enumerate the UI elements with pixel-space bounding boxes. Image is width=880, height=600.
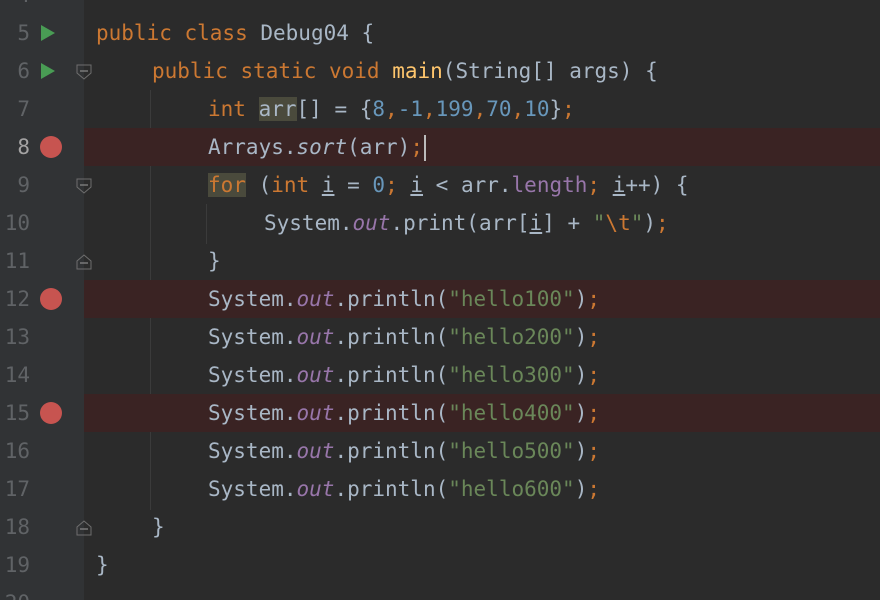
code-line-10[interactable]: 10 System.out.print(arr[i] + "\t"); [0, 204, 880, 242]
code-text[interactable]: public class Debug04 { [96, 14, 374, 52]
code-text[interactable]: System.out.println("hello500"); [208, 432, 600, 470]
breakpoint-icon[interactable] [40, 136, 62, 158]
text-caret [423, 135, 426, 161]
fold-icon[interactable] [76, 520, 92, 536]
line-number[interactable]: 18 [0, 508, 30, 546]
code-line-9[interactable]: 9 for (int i = 0; i < arr.length; i++) { [0, 166, 880, 204]
code-text[interactable]: } [96, 546, 109, 584]
code-line-15[interactable]: 15 System.out.println("hello400"); [0, 394, 880, 432]
fold-icon[interactable] [76, 178, 92, 194]
line-number[interactable]: 7 [0, 90, 30, 128]
code-text[interactable]: System.out.println("hello400"); [208, 394, 600, 432]
run-icon[interactable] [40, 24, 56, 42]
run-icon[interactable] [40, 62, 56, 80]
code-text[interactable]: Arrays.sort(arr); [208, 128, 426, 166]
code-line-19[interactable]: 19 } [0, 546, 880, 584]
code-text[interactable]: System.out.println("hello200"); [208, 318, 600, 356]
line-number[interactable]: 20 [0, 584, 30, 600]
code-text[interactable]: } [152, 508, 165, 546]
breakpoint-icon[interactable] [40, 288, 62, 310]
code-text[interactable]: System.out.println("hello300"); [208, 356, 600, 394]
code-line-4[interactable]: 4 [0, 0, 880, 14]
fold-icon[interactable] [76, 254, 92, 270]
code-text[interactable]: } [208, 242, 221, 280]
code-line-8[interactable]: 8 Arrays.sort(arr); [0, 128, 880, 166]
line-number[interactable]: 10 [0, 204, 30, 242]
breakpoint-icon[interactable] [40, 402, 62, 424]
code-line-7[interactable]: 7 int arr[] = {8,-1,199,70,10}; [0, 90, 880, 128]
code-text[interactable]: for (int i = 0; i < arr.length; i++) { [208, 166, 689, 204]
code-text[interactable]: int arr[] = {8,-1,199,70,10}; [208, 90, 575, 128]
code-line-17[interactable]: 17 System.out.println("hello600"); [0, 470, 880, 508]
line-number[interactable]: 15 [0, 394, 30, 432]
line-number[interactable]: 13 [0, 318, 30, 356]
code-line-18[interactable]: 18 } [0, 508, 880, 546]
code-editor[interactable]: 4 5 public class Debug04 { 6 public stat… [0, 0, 880, 600]
code-text[interactable]: System.out.print(arr[i] + "\t"); [264, 204, 669, 242]
line-number[interactable]: 8 [0, 128, 30, 166]
code-line-11[interactable]: 11 } [0, 242, 880, 280]
line-number[interactable]: 6 [0, 52, 30, 90]
code-text[interactable]: System.out.println("hello600"); [208, 470, 600, 508]
code-line-13[interactable]: 13 System.out.println("hello200"); [0, 318, 880, 356]
code-line-20[interactable]: 20 [0, 584, 880, 600]
line-number[interactable]: 9 [0, 166, 30, 204]
code-text[interactable]: System.out.println("hello100"); [208, 280, 600, 318]
line-number[interactable]: 12 [0, 280, 30, 318]
line-number[interactable]: 16 [0, 432, 30, 470]
line-number[interactable]: 11 [0, 242, 30, 280]
code-line-14[interactable]: 14 System.out.println("hello300"); [0, 356, 880, 394]
line-number[interactable]: 14 [0, 356, 30, 394]
code-text[interactable]: public static void main(String[] args) { [152, 52, 658, 90]
code-line-6[interactable]: 6 public static void main(String[] args)… [0, 52, 880, 90]
code-line-5[interactable]: 5 public class Debug04 { [0, 14, 880, 52]
code-line-12[interactable]: 12 System.out.println("hello100"); [0, 280, 880, 318]
breakpoint-line-highlight [84, 128, 880, 166]
line-number[interactable]: 5 [0, 14, 30, 52]
line-number[interactable]: 19 [0, 546, 30, 584]
code-line-16[interactable]: 16 System.out.println("hello500"); [0, 432, 880, 470]
line-number[interactable]: 17 [0, 470, 30, 508]
line-number[interactable]: 4 [0, 0, 30, 14]
fold-icon[interactable] [76, 64, 92, 80]
